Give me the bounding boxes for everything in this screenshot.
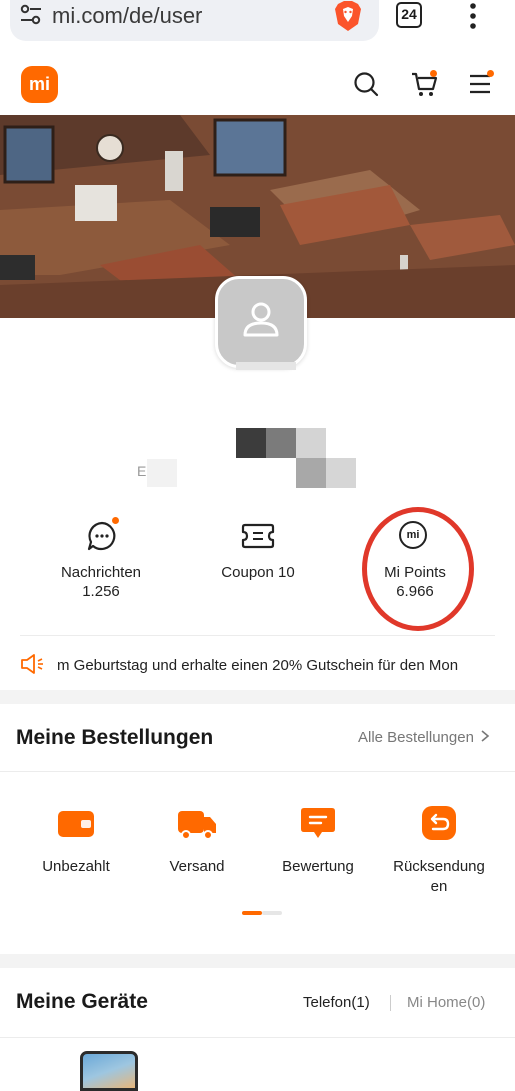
messages-badge [112, 517, 119, 524]
avatar[interactable] [215, 276, 307, 368]
review-icon [301, 808, 335, 838]
divider [0, 771, 515, 772]
cart-button[interactable] [410, 70, 440, 98]
order-review[interactable]: Bewertung [263, 800, 373, 900]
wallet-icon [58, 811, 94, 837]
user-icon [243, 302, 279, 337]
profile-name: E [137, 463, 147, 479]
notice-marquee[interactable]: m Geburtstag und erhalte einen 20% Gutsc… [57, 657, 497, 674]
all-orders-label: Alle Bestellungen [358, 729, 474, 746]
menu-badge [487, 70, 494, 77]
phone-device-image[interactable] [80, 1051, 138, 1091]
redacted-pixel [266, 428, 296, 458]
site-settings-icon[interactable] [20, 4, 42, 26]
messages-count: 1.256 [82, 583, 120, 600]
redacted-pixel [296, 428, 326, 458]
redacted-pixel [236, 362, 296, 370]
pager-inactive [262, 911, 282, 915]
order-returns[interactable]: Rücksendung en [384, 800, 494, 900]
brave-shield-icon[interactable] [334, 0, 362, 32]
coupon-label: Coupon 10 [221, 564, 295, 581]
tab-mi-home[interactable]: Mi Home(0) [407, 994, 485, 1011]
stat-messages[interactable]: Nachrichten 1.256 [40, 515, 162, 605]
return-icon [422, 806, 456, 840]
url-text[interactable]: mi.com/de/user [52, 3, 202, 29]
redacted-pixel [326, 458, 356, 488]
section-separator [0, 690, 515, 704]
divider [0, 1037, 515, 1038]
chevron-right-icon [481, 730, 490, 742]
order-returns-label-cont: en [430, 878, 448, 895]
divider [20, 635, 495, 636]
redacted-pixel [236, 428, 266, 458]
pager-active [242, 911, 262, 915]
all-orders-link[interactable]: Alle Bestellungen [358, 729, 490, 746]
messages-label: Nachrichten [60, 564, 142, 581]
chat-bubble-icon [87, 521, 116, 551]
order-shipping-label: Versand [169, 858, 225, 875]
devices-title: Meine Geräte [16, 990, 148, 1013]
tab-phone[interactable]: Telefon(1) [303, 994, 370, 1011]
search-icon[interactable] [353, 71, 379, 97]
order-returns-label: Rücksendung [393, 858, 485, 875]
order-shipping[interactable]: Versand [142, 800, 252, 900]
section-separator [0, 954, 515, 968]
coupon-icon [241, 523, 275, 549]
redacted-pixel [147, 459, 177, 487]
mi-logo[interactable]: mi [21, 66, 58, 103]
orders-title: Meine Bestellungen [16, 726, 214, 749]
order-unpaid-label: Unbezahlt [42, 858, 110, 875]
highlight-annotation [362, 507, 474, 631]
speaker-icon [21, 654, 43, 674]
redacted-pixel [296, 458, 326, 488]
browser-menu-icon[interactable] [466, 2, 480, 30]
tab-divider [390, 995, 391, 1011]
truck-icon [178, 811, 216, 840]
cart-badge [430, 70, 437, 77]
tab-switcher-button[interactable]: 24 [396, 2, 422, 28]
stat-coupon[interactable]: Coupon 10 [197, 515, 319, 605]
order-unpaid[interactable]: Unbezahlt [21, 800, 131, 900]
order-review-label: Bewertung [282, 858, 354, 875]
menu-button[interactable] [468, 70, 496, 96]
